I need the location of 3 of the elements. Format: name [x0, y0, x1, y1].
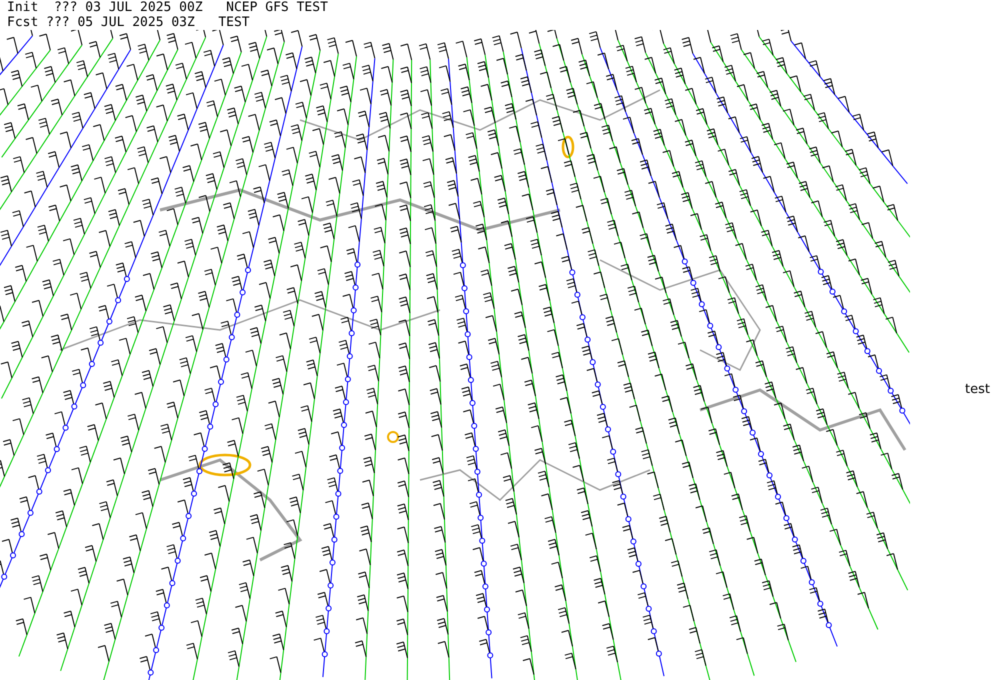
- forecast-time-line: Fcst ??? 05 JUL 2025 03Z TEST: [6, 15, 251, 30]
- side-label: test: [965, 381, 990, 400]
- init-time-line: Init ??? 03 JUL 2025 00Z NCEP GFS TEST: [6, 0, 329, 15]
